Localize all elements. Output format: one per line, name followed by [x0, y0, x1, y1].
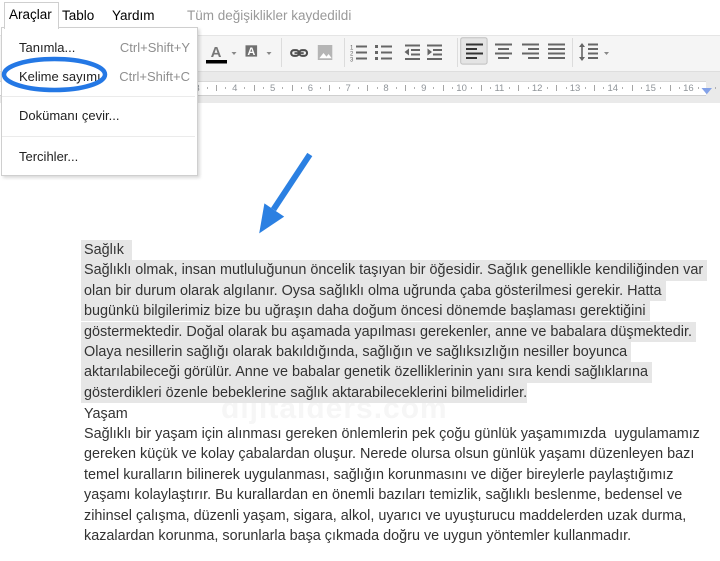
svg-text:A: A: [247, 46, 255, 58]
svg-text:A: A: [211, 44, 222, 61]
svg-text:3: 3: [350, 58, 354, 64]
